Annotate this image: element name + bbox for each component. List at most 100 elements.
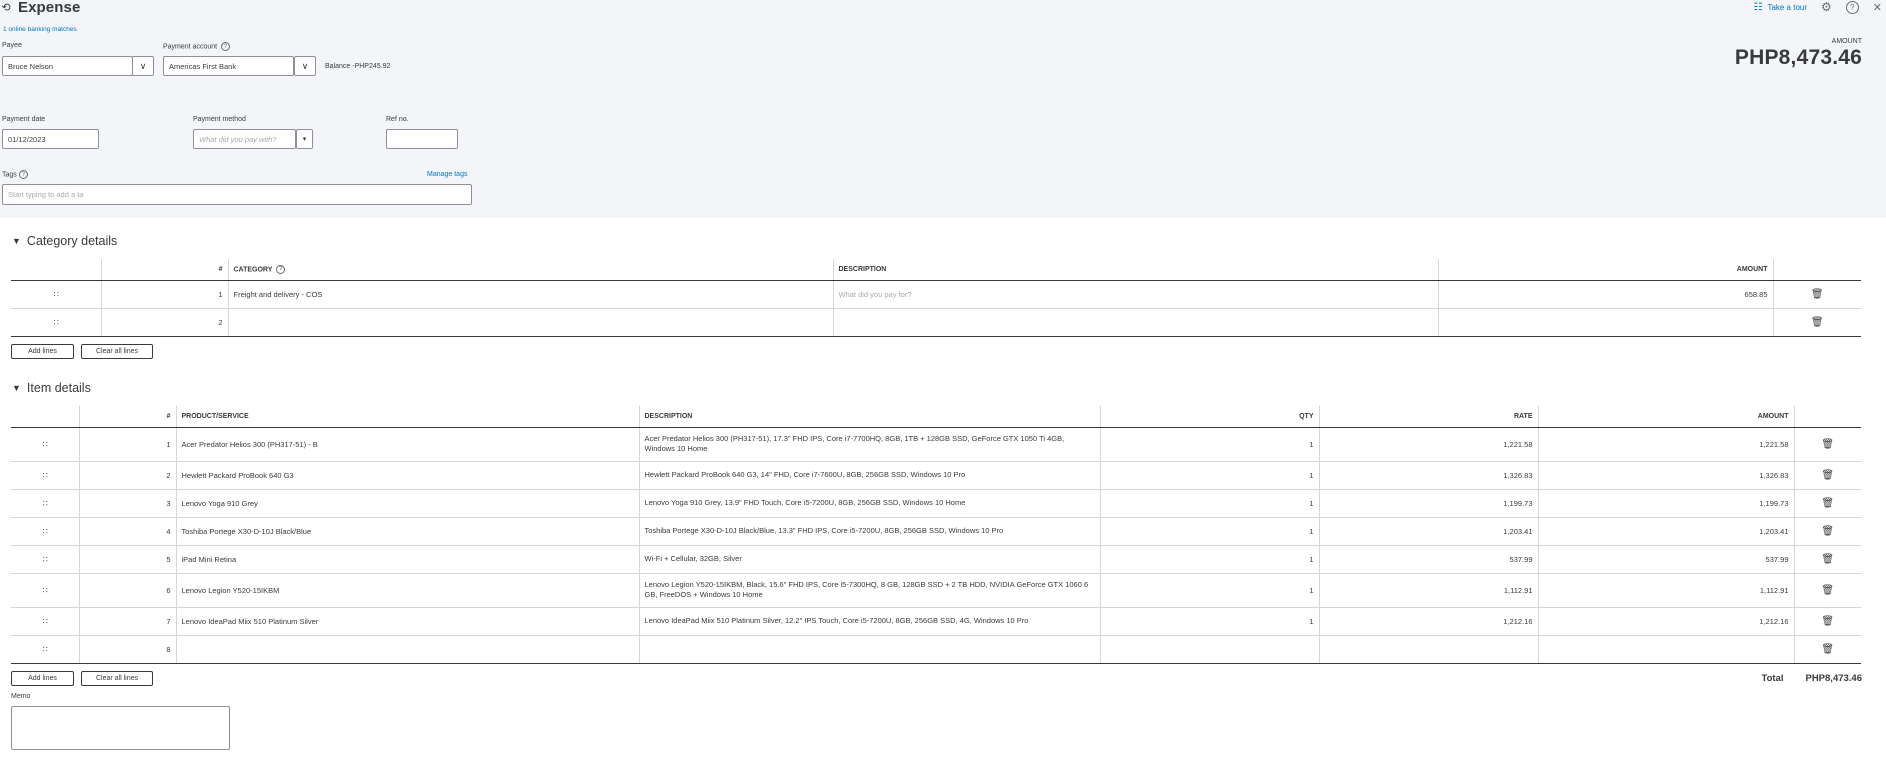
product-cell[interactable] [176,635,640,664]
product-cell[interactable]: Hewlett Packard ProBook 640 G3 [176,461,640,490]
table-row[interactable]: ∷ 2 Hewlett Packard ProBook 640 G3 Hewlett … [11,461,1861,490]
qty-cell[interactable]: 1 [1100,517,1320,546]
amount-cell[interactable]: 1,199.73 [1538,489,1795,518]
description-cell[interactable]: What did you pay for? [833,280,1439,309]
product-cell[interactable]: Lenovo Yoga 910 Grey [176,489,640,518]
ref-no-field[interactable] [386,129,458,149]
qty-cell[interactable] [1100,635,1320,664]
rate-cell[interactable]: 1,203.41 [1319,517,1539,546]
table-row[interactable]: ∷ 7 Lenovo IdeaPad Miix 510 Platinum Silve… [11,607,1861,636]
category-details-toggle[interactable]: ▼ Category details [12,234,117,248]
rate-cell[interactable]: 537.99 [1319,545,1539,574]
help-icon[interactable]: ? [1845,0,1859,14]
info-icon[interactable]: ? [221,42,231,51]
trash-icon[interactable]: 🗑︎ [1794,607,1861,636]
product-cell[interactable]: Toshiba Portege X30-D-10J Black/Blue [176,517,640,546]
table-row[interactable]: ∷ 1 Freight and delivery - COS What did … [11,280,1861,309]
trash-icon[interactable]: 🗑︎ [1794,635,1861,664]
payment-account-field[interactable]: Americas First Bank [163,56,294,76]
payee-field[interactable]: Bruce Nelson [2,56,133,76]
trash-icon[interactable]: 🗑︎ [1794,489,1861,518]
trash-icon[interactable]: 🗑︎ [1773,308,1861,337]
amount-cell[interactable]: 1,112.91 [1538,573,1795,608]
gear-icon[interactable]: ⚙ [1821,0,1832,14]
drag-handle-icon[interactable]: ∷ [11,635,80,664]
close-icon[interactable]: ✕ [1873,1,1882,14]
category-cell[interactable]: Freight and delivery - COS [228,280,834,309]
drag-handle-icon[interactable]: ∷ [11,308,102,337]
product-cell[interactable]: Acer Predator Helios 300 (PH317-51) - B [176,427,640,462]
drag-handle-icon[interactable]: ∷ [11,461,80,490]
drag-handle-icon[interactable]: ∷ [11,489,80,518]
amount-cell[interactable]: 537.99 [1538,545,1795,574]
trash-icon[interactable]: 🗑︎ [1794,517,1861,546]
description-cell[interactable] [639,635,1101,664]
trash-icon[interactable]: 🗑︎ [1773,280,1861,309]
description-cell[interactable]: Lenovo Legion Y520-15IKBM, Black, 15.6" … [639,573,1101,608]
manage-tags-link[interactable]: Manage tags [427,171,467,178]
description-cell[interactable]: Lenovo Yoga 910 Grey, 13.9" FHD Touch, C… [639,489,1101,518]
trash-icon[interactable]: 🗑︎ [1794,461,1861,490]
history-icon[interactable]: ⟲ [0,1,12,14]
category-cell[interactable] [228,308,834,337]
amount-cell[interactable]: 1,221.58 [1538,427,1795,462]
tags-input[interactable]: Start typing to add a ta [2,184,472,205]
drag-handle-icon[interactable]: ∷ [11,607,80,636]
amount-cell[interactable]: 658.85 [1438,280,1774,309]
payment-date-field[interactable]: 01/12/2023 [2,129,99,149]
product-cell[interactable]: Lenovo Legion Y520-15IKBM [176,573,640,608]
table-row[interactable]: ∷ 2 🗑︎ [11,308,1861,337]
table-row[interactable]: ∷ 5 iPad Mini Retina Wi-Fi + Cellular, 32GB… [11,545,1861,574]
drag-handle-icon[interactable]: ∷ [11,280,102,309]
qty-cell[interactable]: 1 [1100,545,1320,574]
rate-cell[interactable]: 1,112.91 [1319,573,1539,608]
add-lines-button[interactable]: Add lines [11,344,74,359]
memo-textarea[interactable] [11,706,230,750]
product-cell[interactable]: Lenovo IdeaPad Miix 510 Platinum Silver [176,607,640,636]
clear-all-lines-button[interactable]: Clear all lines [81,344,153,359]
drag-handle-icon[interactable]: ∷ [11,545,80,574]
table-row[interactable]: ∷ 3 Lenovo Yoga 910 Grey Lenovo Yoga 910 Gr… [11,489,1861,518]
rate-cell[interactable]: 1,199.73 [1319,489,1539,518]
payment-method-dropdown-button[interactable]: ▾ [296,129,313,149]
clear-all-lines-button[interactable]: Clear all lines [81,671,153,686]
qty-cell[interactable]: 1 [1100,573,1320,608]
description-cell[interactable]: Acer Predator Helios 300 (PH317-51), 17.… [639,427,1101,462]
amount-cell[interactable] [1538,635,1795,664]
table-row[interactable]: ∷ 4 Toshiba Portege X30-D-10J Black/Blue To… [11,517,1861,546]
qty-cell[interactable]: 1 [1100,461,1320,490]
table-row[interactable]: ∷ 8 🗑︎ [11,635,1861,664]
trash-icon[interactable]: 🗑︎ [1794,427,1861,462]
qty-cell[interactable]: 1 [1100,607,1320,636]
drag-handle-icon[interactable]: ∷ [11,573,80,608]
description-cell[interactable] [833,308,1439,337]
trash-icon[interactable]: 🗑︎ [1794,545,1861,574]
rate-cell[interactable] [1319,635,1539,664]
info-icon[interactable]: ? [18,170,28,179]
description-cell[interactable]: Lenovo IdeaPad Miix 510 Platinum Silver,… [639,607,1101,636]
amount-cell[interactable]: 1,203.41 [1538,517,1795,546]
rate-cell[interactable]: 1,326.83 [1319,461,1539,490]
rate-cell[interactable]: 1,221.58 [1319,427,1539,462]
take-a-tour-link[interactable]: ☷ Take a tour [1753,2,1807,13]
amount-cell[interactable]: 1,326.83 [1538,461,1795,490]
payment-method-field[interactable]: What did you pay with? [193,129,296,149]
trash-icon[interactable]: 🗑︎ [1794,573,1861,608]
description-cell[interactable]: Wi-Fi + Cellular, 32GB, Silver [639,545,1101,574]
qty-cell[interactable]: 1 [1100,489,1320,518]
info-icon[interactable]: ? [276,264,286,274]
add-lines-button[interactable]: Add lines [11,671,74,686]
drag-handle-icon[interactable]: ∷ [11,517,80,546]
description-cell[interactable]: Toshiba Portege X30-D-10J Black/Blue, 13… [639,517,1101,546]
item-details-toggle[interactable]: ▼ Item details [12,381,91,395]
online-banking-matches-link[interactable]: 1 online banking matches [3,26,77,33]
payee-dropdown-button[interactable]: ∨ [132,56,154,76]
amount-cell[interactable] [1438,308,1774,337]
payment-account-dropdown-button[interactable]: ∨ [294,56,316,76]
product-cell[interactable]: iPad Mini Retina [176,545,640,574]
description-cell[interactable]: Hewlett Packard ProBook 640 G3, 14" FHD,… [639,461,1101,490]
table-row[interactable]: ∷ 6 Lenovo Legion Y520-15IKBM Lenovo Legion… [11,573,1861,608]
rate-cell[interactable]: 1,212.16 [1319,607,1539,636]
table-row[interactable]: ∷ 1 Acer Predator Helios 300 (PH317-51) - … [11,427,1861,462]
qty-cell[interactable]: 1 [1100,427,1320,462]
